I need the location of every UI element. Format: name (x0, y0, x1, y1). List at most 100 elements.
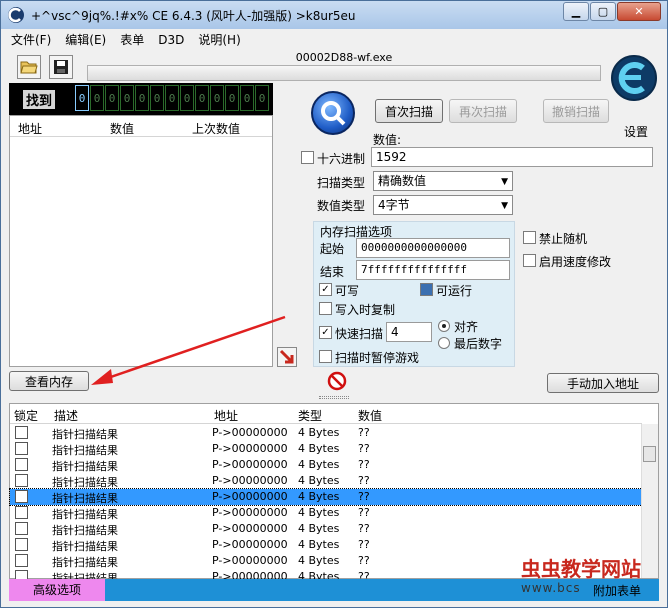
table-row[interactable]: 指针扫描结果 P->00000000 4 Bytes?? (9, 488, 643, 506)
open-process-button[interactable] (17, 55, 41, 79)
results-header-address[interactable]: 地址 (18, 120, 42, 137)
results-header-previous[interactable]: 上次数值 (192, 120, 240, 137)
table-row[interactable]: 指针扫描结果 P->00000000 4 Bytes?? (10, 457, 642, 473)
lcd-digit: 0 (195, 85, 209, 111)
row-value: ?? (358, 554, 370, 567)
writable-checkbox[interactable]: ✓ (319, 283, 332, 296)
advanced-options-button[interactable]: 高级选项 (9, 579, 105, 601)
row-description: 指针扫描结果 (52, 556, 118, 569)
lcd-digit: 0 (225, 85, 239, 111)
speedhack-checkbox[interactable] (523, 254, 536, 267)
lock-checkbox[interactable] (15, 426, 28, 439)
cheat-table-header: 锁定 描述 地址 类型 数值 (10, 404, 642, 424)
lock-checkbox[interactable] (15, 554, 28, 567)
row-value: ?? (358, 458, 370, 471)
table-row[interactable]: 指针扫描结果 P->00000000 4 Bytes?? (10, 521, 642, 537)
fast-scan-checkbox[interactable]: ✓ (319, 326, 332, 339)
pause-game-checkbox[interactable] (319, 350, 332, 363)
menu-d3d[interactable]: D3D (158, 30, 184, 50)
col-address[interactable]: 地址 (214, 407, 238, 424)
watermark-logo: 虫虫教学网站 (521, 557, 641, 581)
value-type-label: 数值类型 (317, 199, 366, 213)
speedhack-label: 启用速度修改 (539, 255, 612, 269)
view-memory-button[interactable]: 查看内存 (9, 371, 89, 391)
row-value: ?? (358, 442, 370, 455)
lock-checkbox[interactable] (15, 506, 28, 519)
table-row[interactable]: 指针扫描结果 P->00000000 4 Bytes?? (10, 473, 642, 489)
row-type: 4 Bytes (298, 522, 340, 535)
table-row[interactable]: 指针扫描结果 P->00000000 4 Bytes?? (10, 505, 642, 521)
stop-icon[interactable] (327, 371, 347, 391)
cheat-engine-app-icon (8, 7, 24, 23)
results-header-value[interactable]: 数值 (110, 120, 134, 137)
col-description[interactable]: 描述 (54, 407, 78, 424)
table-row[interactable]: 指针扫描结果 P->00000000 4 Bytes?? (10, 537, 642, 553)
first-scan-button[interactable]: 首次扫描 (375, 99, 443, 123)
value-type-select[interactable]: 4字节 ▼ (373, 195, 513, 215)
window-title: +^vsc^9jq%.!#x% CE 6.4.3 (风叶人-加强版) >k8ur… (31, 9, 356, 23)
magnifier-scan-icon[interactable] (311, 91, 355, 135)
scroll-thumb[interactable] (643, 446, 656, 462)
lcd-digit: 0 (180, 85, 194, 111)
next-scan-button[interactable]: 再次扫描 (449, 99, 517, 123)
col-value[interactable]: 数值 (358, 407, 382, 424)
col-lock[interactable]: 锁定 (14, 407, 38, 424)
lock-checkbox[interactable] (15, 474, 28, 487)
watermark-url: www.bcs (521, 581, 581, 595)
lock-checkbox[interactable] (15, 538, 28, 551)
splitter-handle[interactable] (1, 395, 667, 401)
row-type: 4 Bytes (298, 490, 340, 503)
row-address: P->00000000 (212, 458, 288, 471)
lock-checkbox[interactable] (15, 490, 28, 503)
row-type: 4 Bytes (298, 442, 340, 455)
start-label: 起始 (320, 242, 345, 256)
row-type: 4 Bytes (298, 474, 340, 487)
disable-random-checkbox[interactable] (523, 231, 536, 244)
row-address: P->00000000 (212, 442, 288, 455)
menu-help[interactable]: 说明(H) (198, 30, 240, 50)
row-description: 指针扫描结果 (52, 428, 118, 441)
last-digit-radio[interactable] (438, 337, 450, 349)
table-row[interactable]: 指针扫描结果 P->00000000 4 Bytes?? (10, 425, 642, 441)
maximize-icon[interactable]: ▢ (590, 2, 616, 21)
copy-on-write-checkbox[interactable] (319, 302, 332, 315)
add-address-manually-button[interactable]: 手动加入地址 (547, 373, 659, 393)
menu-edit[interactable]: 编辑(E) (65, 30, 106, 50)
start-address-input[interactable]: 0000000000000000 (356, 238, 510, 258)
end-address-input[interactable]: 7fffffffffffffff (356, 260, 510, 280)
row-description: 指针扫描结果 (52, 444, 118, 457)
value-type-value: 4字节 (378, 198, 410, 212)
scan-type-label: 扫描类型 (317, 176, 366, 190)
row-type: 4 Bytes (298, 426, 340, 439)
lock-checkbox[interactable] (15, 458, 28, 471)
last-digit-label: 最后数字 (454, 337, 503, 351)
col-type[interactable]: 类型 (298, 407, 322, 424)
row-type: 4 Bytes (298, 554, 340, 567)
undo-scan-button[interactable]: 撤销扫描 (543, 99, 609, 123)
copy-on-write-label: 写入时复制 (335, 303, 396, 317)
lcd-digit: 0 (135, 85, 149, 111)
close-icon[interactable]: ✕ (617, 2, 661, 21)
title-bar[interactable]: +^vsc^9jq%.!#x% CE 6.4.3 (风叶人-加强版) >k8ur… (1, 1, 667, 29)
menu-file[interactable]: 文件(F) (11, 30, 51, 50)
save-button[interactable] (49, 55, 73, 79)
lock-checkbox[interactable] (15, 522, 28, 535)
vertical-scrollbar[interactable] (641, 424, 658, 578)
row-value: ?? (358, 490, 370, 503)
row-description: 指针扫描结果 (52, 524, 118, 537)
append-table-label[interactable]: 附加表单 (593, 582, 641, 599)
lcd-digit: 0 (75, 85, 89, 111)
table-row[interactable]: 指针扫描结果 P->00000000 4 Bytes?? (10, 441, 642, 457)
menu-table[interactable]: 表单 (120, 30, 144, 50)
scan-progress-bar (87, 65, 601, 81)
row-address: P->00000000 (212, 474, 288, 487)
executable-checkbox[interactable] (420, 283, 433, 296)
scan-type-select[interactable]: 精确数值 ▼ (373, 171, 513, 191)
hex-checkbox[interactable] (301, 151, 314, 164)
fast-scan-value-input[interactable]: 4 (386, 322, 432, 342)
minimize-icon[interactable]: ▁ (563, 2, 589, 21)
value-input[interactable]: 1592 (371, 147, 653, 167)
lock-checkbox[interactable] (15, 442, 28, 455)
align-radio[interactable] (438, 320, 450, 332)
writable-label: 可写 (335, 284, 360, 298)
